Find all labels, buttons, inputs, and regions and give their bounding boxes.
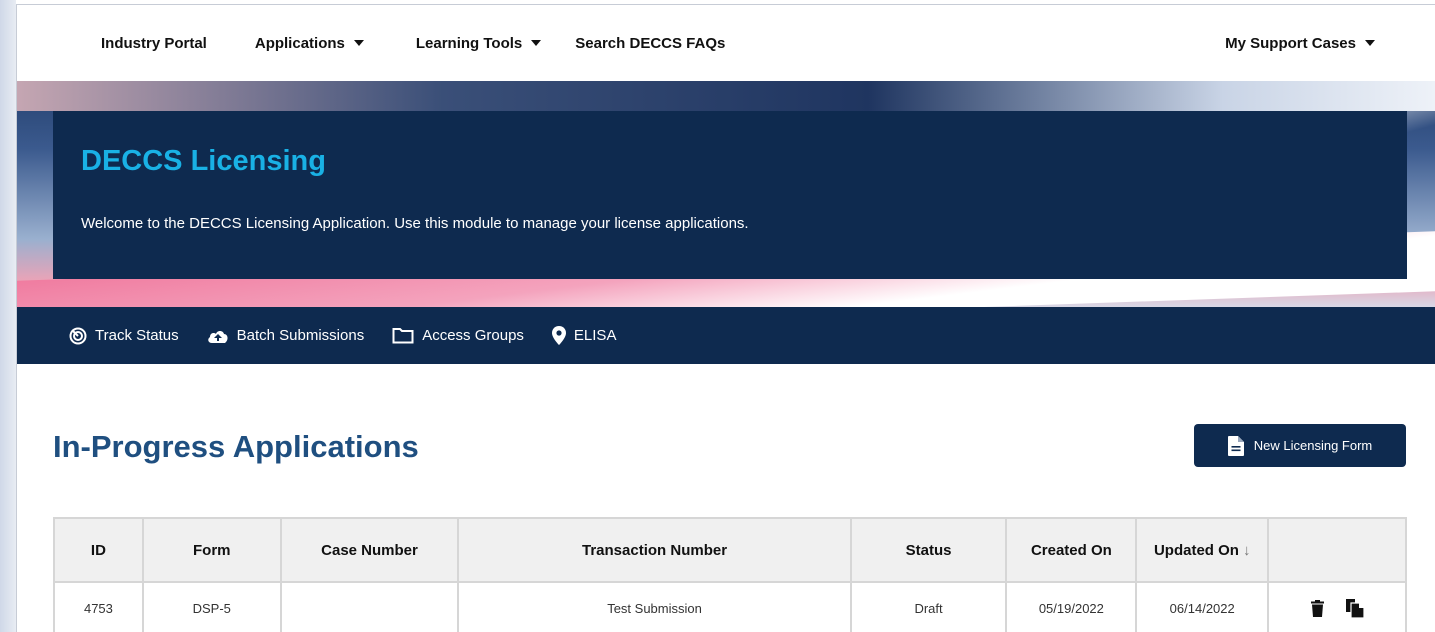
nav-label: Learning Tools [415, 34, 523, 52]
cell-form: DSP-5 [141, 581, 282, 632]
sub-item-label: Access Groups [422, 327, 524, 344]
hero-banner: DECCS Licensing Welcome to the DECCS Lic… [17, 81, 1435, 307]
radar-icon [69, 327, 87, 344]
cell-status: Draft [849, 581, 1008, 632]
nav-my-support-cases-dropdown[interactable]: My Support Cases [1225, 35, 1375, 52]
cell-actions [1267, 581, 1407, 632]
cell-created-on: 05/19/2022 [1005, 581, 1138, 632]
caret-down-icon [1365, 40, 1375, 46]
sort-descending-icon: ↓ [1242, 541, 1251, 559]
header-label: Updated On [1153, 541, 1239, 559]
button-label: New Licensing Form [1253, 438, 1373, 453]
batch-submissions-link[interactable]: Batch Submissions [207, 327, 365, 344]
sub-item-label: ELISA [573, 327, 617, 344]
caret-down-icon [531, 40, 542, 46]
trash-icon[interactable] [1310, 599, 1324, 617]
column-header-actions [1267, 517, 1407, 583]
folder-icon [392, 328, 414, 344]
app-title: DECCS Licensing [81, 145, 326, 177]
nav-label: Search DECCS FAQs [575, 34, 726, 52]
nav-label: Applications [254, 34, 345, 52]
table-row[interactable]: 4753 DSP-5 Test Submission Draft 05/19/2… [53, 581, 1407, 632]
column-header-created-on[interactable]: Created On [1005, 517, 1138, 583]
nav-label: Industry Portal [101, 34, 207, 52]
cloud-upload-icon [207, 330, 228, 343]
applications-table: ID Form Case Number Transaction Number S… [53, 517, 1407, 632]
cell-id: 4753 [53, 581, 144, 632]
copy-icon[interactable] [1345, 598, 1364, 618]
column-header-form[interactable]: Form [141, 517, 282, 583]
page-heading: In-Progress Applications [53, 429, 419, 464]
sub-item-label: Batch Submissions [236, 327, 365, 344]
track-status-link[interactable]: Track Status [69, 327, 179, 345]
column-header-updated-on[interactable]: Updated On ↓ [1135, 517, 1270, 583]
nav-search-faqs[interactable]: Search DECCS FAQs [575, 35, 725, 52]
flag-background [17, 81, 1435, 111]
app-frame: Industry Portal Applications Learning To… [16, 4, 1435, 632]
welcome-text: Welcome to the DECCS Licensing Applicati… [81, 215, 749, 232]
document-icon [1227, 435, 1244, 456]
table-header-row: ID Form Case Number Transaction Number S… [53, 517, 1407, 583]
column-header-id[interactable]: ID [53, 517, 144, 583]
cell-updated-on: 06/14/2022 [1135, 581, 1270, 632]
access-groups-link[interactable]: Access Groups [392, 327, 524, 344]
nav-label: My Support Cases [1225, 34, 1356, 52]
nav-learning-tools-dropdown[interactable]: Learning Tools [415, 34, 542, 52]
nav-industry-portal[interactable]: Industry Portal [101, 35, 207, 52]
row-actions [1269, 598, 1405, 618]
elisa-link[interactable]: ELISA [551, 326, 617, 345]
new-licensing-form-button[interactable]: New Licensing Form [1194, 424, 1406, 467]
main-content: In-Progress Applications New Licensing F… [17, 364, 1435, 632]
top-navigation: Industry Portal Applications Learning To… [17, 5, 1435, 81]
map-pin-icon [551, 326, 566, 345]
column-header-status[interactable]: Status [849, 517, 1008, 583]
column-header-case-number[interactable]: Case Number [279, 517, 460, 583]
cell-case-number [279, 581, 460, 632]
sub-item-label: Track Status [95, 327, 179, 344]
banner-panel: DECCS Licensing Welcome to the DECCS Lic… [53, 111, 1407, 279]
column-header-transaction-number[interactable]: Transaction Number [457, 517, 852, 583]
module-navigation: Track Status Batch Submissions Access Gr… [17, 307, 1435, 364]
caret-down-icon [353, 40, 364, 46]
nav-applications-dropdown[interactable]: Applications [255, 35, 364, 52]
cell-transaction-number: Test Submission [457, 581, 852, 632]
